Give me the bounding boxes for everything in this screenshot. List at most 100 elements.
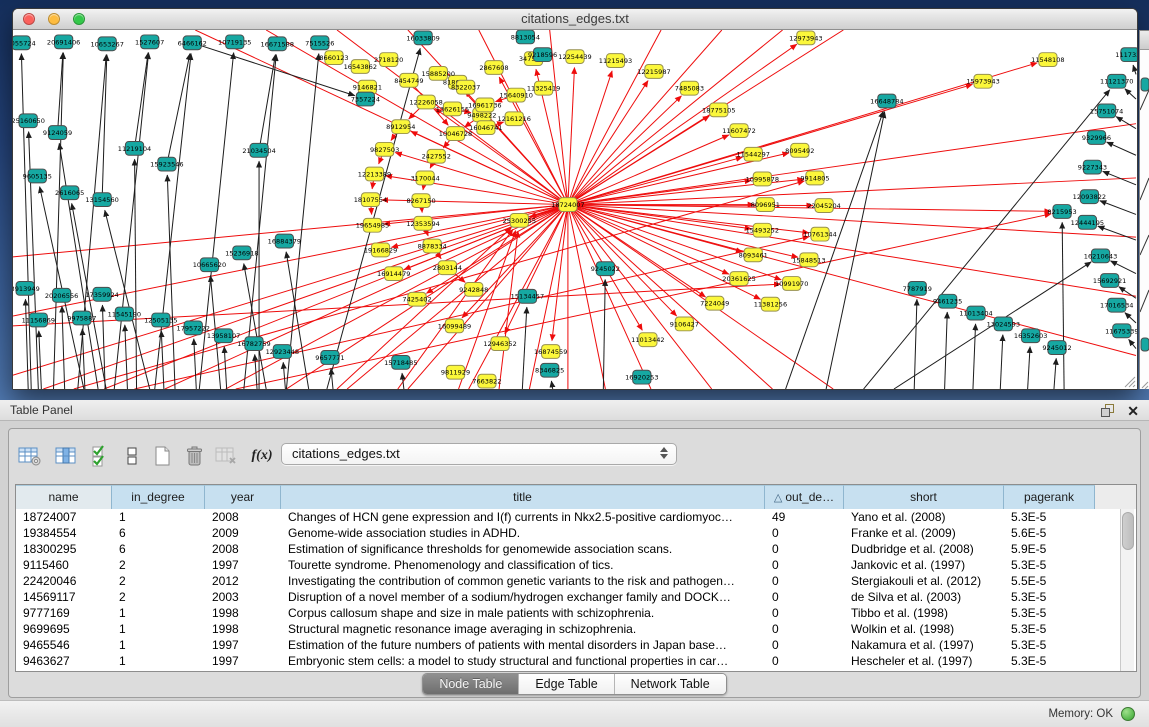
graph-node-teal[interactable]: 15751074 — [1090, 104, 1123, 118]
table-scrollbar[interactable] — [1120, 509, 1134, 671]
graph-node-yellow[interactable]: 16874559 — [534, 345, 567, 359]
graph-node-teal[interactable]: 11219104 — [118, 141, 151, 155]
resize-grip-icon[interactable] — [1122, 374, 1136, 388]
column-header-name[interactable]: name — [16, 485, 112, 509]
function-builder-icon[interactable]: f(x) — [247, 441, 277, 471]
graph-node-yellow[interactable]: 10761344 — [803, 227, 836, 241]
table-row[interactable]: 911546021997Tourette syndrome. Phenomeno… — [16, 557, 1136, 573]
graph-node-yellow[interactable]: 12973943 — [789, 31, 822, 45]
graph-node-teal[interactable]: 13154560 — [85, 193, 118, 207]
graph-node-yellow[interactable]: 8878334 — [418, 239, 447, 253]
graph-node-teal[interactable]: 6466162 — [178, 36, 207, 50]
graph-node-teal[interactable]: 7787919 — [903, 281, 932, 295]
graph-node-teal[interactable]: 11121370 — [1100, 74, 1133, 88]
graph-node-teal[interactable]: 9605135 — [23, 169, 52, 183]
selection-mode-icon[interactable] — [87, 441, 117, 471]
table-row[interactable]: 2242004622012Investigating the contribut… — [16, 573, 1136, 589]
graph-node-yellow[interactable]: 11215493 — [599, 54, 632, 68]
graph-node-yellow[interactable]: 10991970 — [775, 277, 808, 291]
graph-node-teal[interactable]: 8346825 — [535, 363, 564, 377]
column-header-out_de[interactable]: △out_de… — [765, 485, 844, 509]
graph-node-teal[interactable]: 17359924 — [85, 287, 118, 301]
tab-edge-table[interactable]: Edge Table — [519, 674, 614, 694]
table-mode-icon[interactable] — [15, 441, 45, 471]
graph-node-yellow[interactable]: 8095492 — [785, 143, 814, 157]
table-row[interactable]: 1938455462009Genome-wide association stu… — [16, 525, 1136, 541]
tab-node-table[interactable]: Node Table — [423, 674, 519, 694]
graph-node-yellow[interactable]: 22045204 — [807, 199, 840, 213]
graph-node-teal[interactable]: 15236918 — [225, 246, 258, 260]
graph-node-teal[interactable]: 13958107 — [207, 329, 240, 343]
graph-node-yellow[interactable]: 9811929 — [441, 365, 470, 379]
graph-node-teal[interactable]: 12444195 — [1071, 215, 1104, 229]
graph-node-yellow[interactable]: 11548108 — [1031, 53, 1064, 67]
graph-node-yellow[interactable]: 9914805 — [800, 171, 829, 185]
graph-node-yellow[interactable]: 15493252 — [746, 223, 779, 237]
graph-node-teal[interactable]: 3913949 — [13, 281, 40, 295]
graph-node-yellow[interactable]: 11013442 — [631, 333, 664, 347]
graph-node-yellow[interactable]: 7485083 — [675, 81, 704, 95]
graph-node-yellow[interactable]: 15848513 — [792, 253, 825, 267]
close-panel-icon[interactable]: ✕ — [1127, 404, 1139, 418]
graph-node-teal[interactable]: 4055724 — [13, 36, 36, 50]
table-row[interactable]: 946362711997Embryonic stem cells: a mode… — [16, 653, 1136, 669]
graph-node-yellow[interactable]: 19654985 — [356, 218, 389, 232]
graph-node-yellow[interactable]: 8093461 — [739, 248, 768, 262]
graph-node-yellow[interactable]: 11381256 — [754, 297, 787, 311]
graph-node-yellow[interactable]: 2427552 — [422, 149, 451, 163]
graph-node-teal[interactable]: 17016534 — [1100, 298, 1133, 312]
graph-node-teal[interactable]: 16210643 — [1084, 249, 1117, 263]
float-panel-icon[interactable] — [1100, 403, 1115, 418]
column-header-in_degree[interactable]: in_degree — [112, 485, 205, 509]
table-row[interactable]: 1830029562008Estimation of significance … — [16, 541, 1136, 557]
row-height-icon[interactable] — [117, 441, 147, 471]
graph-node-teal[interactable]: 7357224 — [351, 92, 380, 106]
graph-node-teal[interactable]: 11013404 — [959, 306, 992, 320]
graph-node-teal[interactable]: 16648784 — [870, 94, 903, 108]
graph-node-teal[interactable]: 16671588 — [261, 37, 294, 51]
graph-node-teal[interactable]: 16884379 — [268, 234, 301, 248]
column-header-title[interactable]: title — [281, 485, 765, 509]
memory-status-indicator[interactable] — [1121, 707, 1135, 721]
graph-node-yellow[interactable]: 8096951 — [751, 198, 780, 212]
graph-node-teal[interactable]: 9227343 — [1078, 160, 1107, 174]
table-row[interactable]: 977716911998Corpus callosum shape and si… — [16, 605, 1136, 621]
graph-node-teal[interactable]: 10653267 — [90, 37, 123, 51]
background-window-sliver[interactable] — [1139, 30, 1149, 389]
graph-node-yellow[interactable]: 7663822 — [472, 374, 501, 388]
table-row[interactable]: 1456911722003Disruption of a novel membe… — [16, 589, 1136, 605]
graph-node-teal[interactable]: 21034504 — [242, 143, 275, 157]
graph-node-yellow[interactable]: 12215987 — [637, 65, 670, 79]
tab-network-table[interactable]: Network Table — [615, 674, 726, 694]
graph-node-yellow[interactable]: 8267150 — [406, 194, 435, 208]
network-canvas[interactable]: 1872400725300255168745591294635216099489… — [13, 30, 1137, 389]
graph-node-teal[interactable]: 10665620 — [193, 258, 226, 272]
graph-node-teal[interactable]: 16920253 — [625, 370, 658, 384]
graph-node-teal[interactable]: 15692921 — [1093, 274, 1126, 288]
graph-node-teal[interactable]: 8813054 — [511, 30, 540, 44]
graph-node-yellow[interactable]: 12946352 — [483, 337, 516, 351]
table-row[interactable]: 1872400712008Changes of HCN gene express… — [16, 509, 1136, 525]
graph-node-teal[interactable]: 7515526 — [305, 36, 334, 50]
table-row[interactable]: 969969511998Structural magnetic resonanc… — [16, 621, 1136, 637]
table-row[interactable]: 946554611997Estimation of the future num… — [16, 637, 1136, 653]
table-select[interactable]: citations_edges.txt — [281, 443, 677, 465]
graph-node-teal[interactable]: 16033809 — [406, 31, 439, 45]
graph-node-teal[interactable]: 13024593 — [987, 317, 1020, 331]
graph-node-teal[interactable]: 1117337 — [1115, 48, 1137, 62]
table-scrollbar-thumb[interactable] — [1122, 512, 1134, 550]
graph-node-yellow[interactable]: 3170044 — [410, 171, 439, 185]
column-header-short[interactable]: short — [844, 485, 1004, 509]
graph-node-teal[interactable]: 9124059 — [43, 126, 72, 140]
graph-node-teal[interactable]: 11675339 — [1105, 324, 1137, 338]
graph-node-yellow[interactable]: 18775105 — [702, 103, 735, 117]
graph-node-teal[interactable]: 9657771 — [315, 351, 344, 365]
graph-node-teal[interactable]: 20691406 — [47, 35, 80, 49]
graph-node-yellow[interactable]: 7224049 — [700, 296, 729, 310]
graph-node-yellow[interactable]: 11544297 — [736, 147, 769, 161]
graph-node-teal[interactable]: 8215953 — [1047, 205, 1076, 219]
graph-node-teal[interactable]: 15718485 — [384, 355, 417, 369]
new-column-icon[interactable] — [147, 441, 177, 471]
column-header-pagerank[interactable]: pagerank — [1004, 485, 1095, 509]
graph-node-teal[interactable]: 9245012 — [1042, 341, 1071, 355]
